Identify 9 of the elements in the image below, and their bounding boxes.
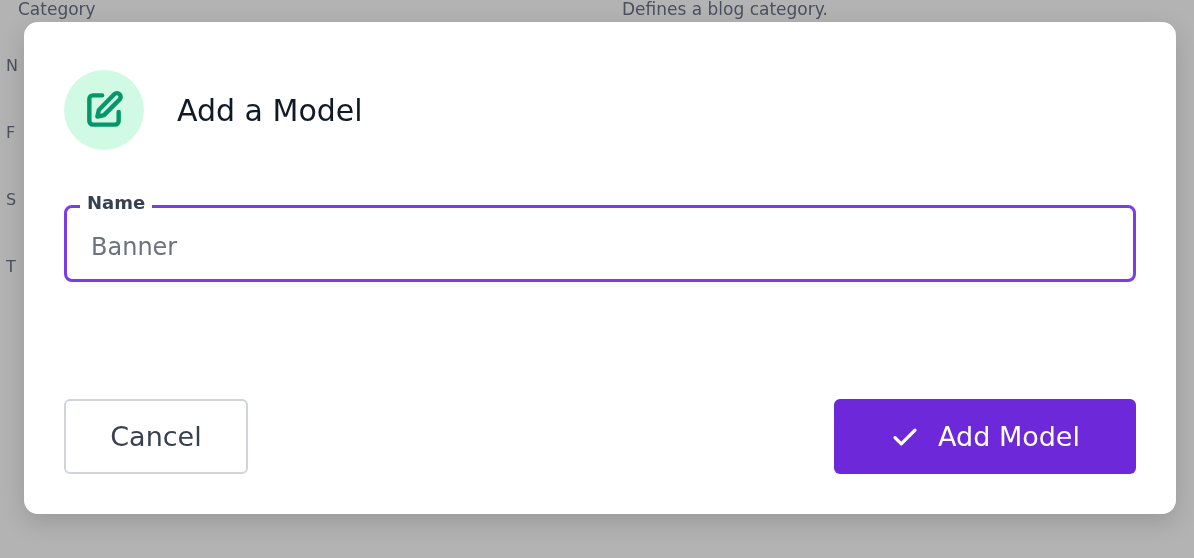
background-text: Defines a blog category. [622,0,828,18]
add-model-button[interactable]: Add Model [834,399,1136,474]
background-text: T [6,257,16,276]
background-text: S [6,190,17,209]
cancel-button[interactable]: Cancel [64,399,248,474]
background-text: F [6,123,16,142]
background-text: Category [18,0,97,18]
dialog-title: Add a Model [177,92,363,128]
background-text: N [6,56,18,75]
